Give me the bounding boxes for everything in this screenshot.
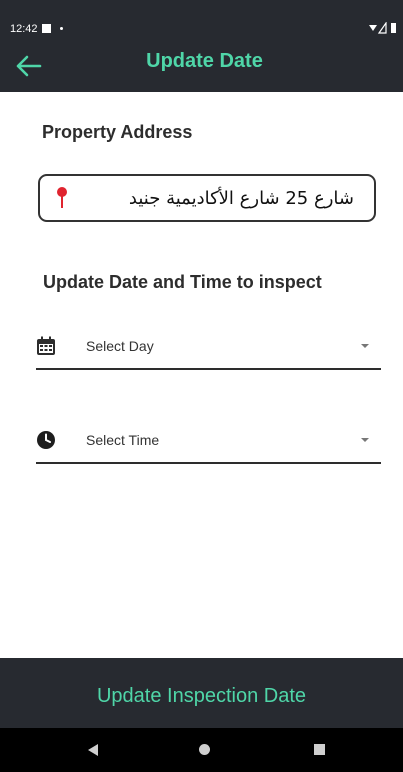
nav-back-icon[interactable] [88, 744, 98, 756]
status-bar: 12:42 [0, 0, 403, 40]
update-inspection-date-button[interactable]: Update Inspection Date [0, 658, 403, 728]
notification-icon [42, 24, 51, 33]
location-pin-icon [57, 187, 67, 208]
select-day-underline [36, 368, 381, 370]
property-address-value: شارع 25 شارع الأكاديمية جنيد [128, 188, 354, 209]
status-time: 12:42 [10, 23, 38, 35]
select-day-placeholder: Select Day [86, 338, 154, 354]
nav-recents-icon[interactable] [314, 744, 325, 755]
calendar-icon [37, 336, 55, 355]
property-address-field: شارع 25 شارع الأكاديمية جنيد [38, 174, 376, 222]
signal-battery-icon [369, 22, 396, 34]
dropdown-caret-icon [361, 438, 369, 442]
nav-home-icon[interactable] [199, 744, 210, 755]
property-address-heading: Property Address [42, 122, 193, 142]
select-time-placeholder: Select Time [86, 432, 160, 448]
update-date-time-heading: Update Date and Time to inspect [43, 272, 322, 292]
select-day-dropdown[interactable]: Select Day [36, 330, 381, 370]
page-title: Update Date [146, 50, 263, 72]
select-time-underline [36, 462, 381, 464]
select-time-dropdown[interactable]: Select Time [36, 424, 381, 464]
system-nav-bar [0, 728, 403, 772]
more-notifications-icon [60, 27, 63, 30]
app-bar: Update Date [0, 40, 403, 92]
clock-icon [37, 431, 55, 449]
dropdown-caret-icon [361, 344, 369, 348]
